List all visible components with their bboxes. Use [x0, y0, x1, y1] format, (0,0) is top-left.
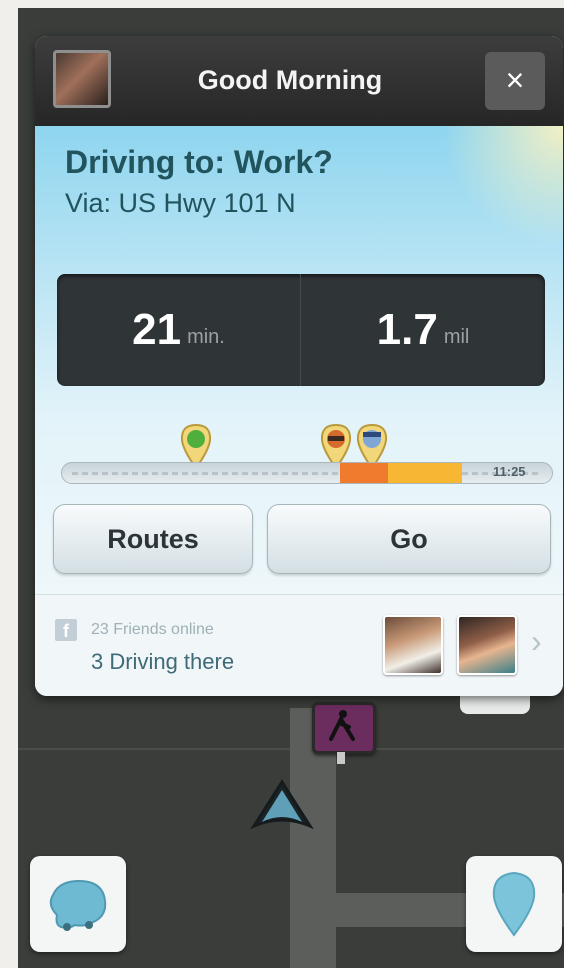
friends-driving-there: 3 Driving there — [91, 649, 235, 674]
eta-unit: min. — [187, 325, 225, 348]
destination-title: Driving to: Work? — [65, 144, 333, 180]
distance-stat: 1.7 mil — [301, 274, 545, 386]
chevron-right-icon[interactable]: › — [531, 623, 542, 660]
facebook-icon: f — [55, 619, 77, 641]
greeting-title: Good Morning — [197, 65, 383, 95]
eta-stat: 21 min. — [57, 274, 300, 386]
friends-online-count: 23 Friends online — [91, 621, 214, 638]
card-header: Good Morning × — [35, 36, 563, 126]
close-button[interactable]: × — [485, 52, 545, 110]
routes-button[interactable]: Routes — [53, 504, 253, 574]
friends-footer[interactable]: f 23 Friends online 3 Driving there › — [35, 594, 563, 696]
sign-post — [337, 752, 345, 764]
drive-suggestion-card: Good Morning × Driving to: Work? Via: US… — [35, 36, 563, 696]
trip-stats: 21 min. 1.7 mil — [57, 274, 545, 386]
timeline-track — [72, 472, 542, 475]
destination-via: Via: US Hwy 101 N — [65, 188, 296, 218]
route-timeline — [61, 462, 553, 484]
report-button[interactable] — [466, 856, 562, 952]
report-pin-icon — [492, 871, 536, 937]
card-body: Driving to: Work? Via: US Hwy 101 N 21 m… — [35, 126, 563, 594]
traffic-moderate-segment — [388, 463, 462, 483]
car-arrow-icon — [250, 779, 314, 830]
distance-value: 1.7 — [376, 305, 438, 354]
go-button[interactable]: Go — [267, 504, 551, 574]
friend-avatar[interactable] — [383, 615, 443, 675]
distance-unit: mil — [443, 325, 470, 348]
waze-menu-icon — [49, 879, 107, 931]
arrival-time: 11:25 — [493, 464, 526, 479]
traffic-heavy-segment — [340, 463, 390, 483]
friend-avatar[interactable] — [457, 615, 517, 675]
close-icon: × — [505, 62, 525, 98]
eta-value: 21 — [132, 305, 182, 354]
user-avatar[interactable] — [53, 50, 111, 108]
pedestrian-crossing-icon[interactable] — [312, 702, 376, 754]
waze-menu-button[interactable] — [30, 856, 126, 952]
